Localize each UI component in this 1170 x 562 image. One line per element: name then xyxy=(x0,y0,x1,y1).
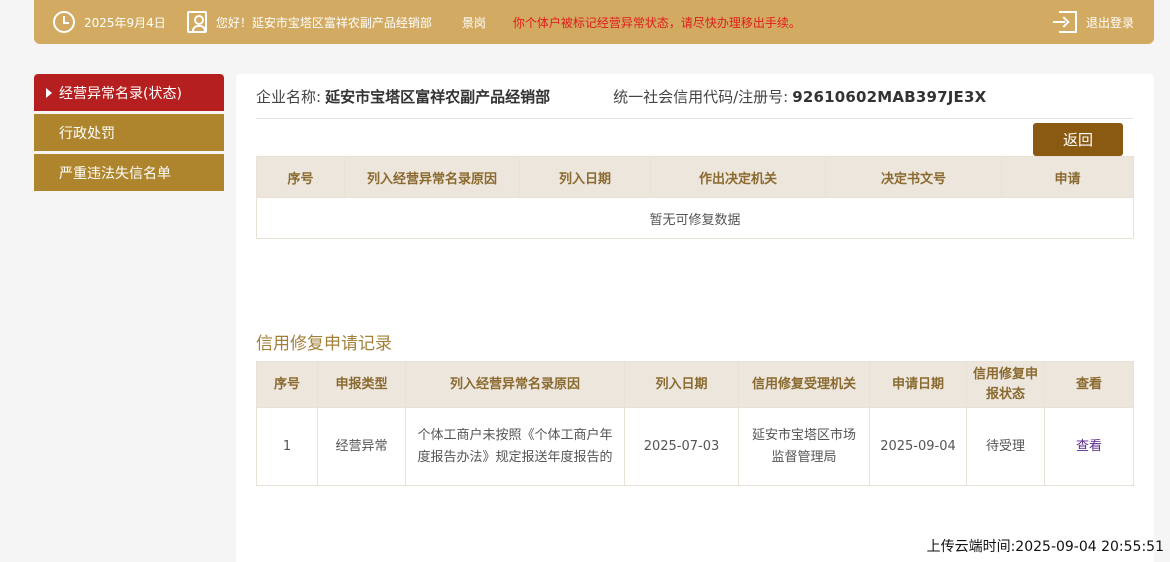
column-header: 申报类型 xyxy=(317,361,406,408)
logout-label: 退出登录 xyxy=(1085,15,1134,30)
credit-code: 92610602MAB397JE3X xyxy=(792,88,987,106)
empty-message: 暂无可修复数据 xyxy=(256,197,1134,239)
column-header: 列入日期 xyxy=(519,156,651,198)
company-name: 延安市宝塔区富祥农副产品经销部 xyxy=(325,88,551,106)
empty-row: 暂无可修复数据 xyxy=(256,197,1134,239)
column-header: 信用修复申报状态 xyxy=(966,361,1045,408)
sidebar-item-admin-penalty[interactable]: 行政处罚 xyxy=(34,114,224,151)
column-header: 列入日期 xyxy=(624,361,739,408)
company-info: 企业名称: 延安市宝塔区富祥农副产品经销部 统一社会信用代码/注册号: 9261… xyxy=(256,86,1133,119)
column-header: 申请日期 xyxy=(869,361,967,408)
clock-icon xyxy=(53,11,75,33)
back-button[interactable]: 返回 xyxy=(1033,123,1123,156)
logout-icon xyxy=(1052,11,1077,33)
cell-reason: 个体工商户未按照《个体工商户年度报告办法》规定报送年度报告的 xyxy=(405,407,625,486)
column-header: 决定书文号 xyxy=(825,156,1002,198)
cell-authority: 延安市宝塔区市场监督管理局 xyxy=(738,407,870,486)
sidebar-item-label: 经营异常名录(状态) xyxy=(59,85,182,102)
user-role: 景岗 xyxy=(461,15,486,30)
column-header: 申请 xyxy=(1001,156,1134,198)
abnormal-list-table: 序号 列入经营异常名录原因 列入日期 作出决定机关 决定书文号 申请 暂无可修复… xyxy=(256,156,1134,239)
main-panel: 企业名称: 延安市宝塔区富祥农副产品经销部 统一社会信用代码/注册号: 9261… xyxy=(236,74,1154,562)
table-header-row: 序号 申报类型 列入经营异常名录原因 列入日期 信用修复受理机关 申请日期 信用… xyxy=(256,361,1134,408)
records-section-title: 信用修复申请记录 xyxy=(256,334,392,354)
top-bar: 2025年9月4日 您好！延安市宝塔区富祥农副产品经销部 景岗 你个体户被标记经… xyxy=(34,0,1154,44)
sidebar: 经营异常名录(状态) 行政处罚 严重违法失信名单 xyxy=(34,74,224,194)
column-header: 信用修复受理机关 xyxy=(738,361,870,408)
user-segment: 您好！延安市宝塔区富祥农副产品经销部 xyxy=(186,11,432,33)
logout-button[interactable]: 退出登录 xyxy=(1052,11,1134,33)
date-segment: 2025年9月4日 xyxy=(53,11,166,33)
upload-timestamp: 上传云端时间:2025-09-04 20:55:51 xyxy=(926,539,1164,555)
cell-view: 查看 xyxy=(1044,407,1134,486)
column-header: 列入经营异常名录原因 xyxy=(344,156,520,198)
cell-index: 1 xyxy=(256,407,318,486)
current-date: 2025年9月4日 xyxy=(84,15,166,30)
cell-listed-date: 2025-07-03 xyxy=(624,407,739,486)
cell-report-type: 经营异常 xyxy=(317,407,406,486)
sidebar-item-label: 行政处罚 xyxy=(59,125,115,142)
column-header: 序号 xyxy=(256,156,345,198)
warning-message: 你个体户被标记经营异常状态，请尽快办理移出手续。 xyxy=(512,15,801,30)
column-header: 查看 xyxy=(1044,361,1134,408)
sidebar-item-serious-violation-list[interactable]: 严重违法失信名单 xyxy=(34,154,224,191)
sidebar-item-abnormal-list[interactable]: 经营异常名录(状态) xyxy=(34,74,224,111)
credit-code-label: 统一社会信用代码/注册号: xyxy=(613,88,789,106)
cell-apply-date: 2025-09-04 xyxy=(869,407,967,486)
table-row: 1 经营异常 个体工商户未按照《个体工商户年度报告办法》规定报送年度报告的 20… xyxy=(256,407,1134,486)
view-link[interactable]: 查看 xyxy=(1076,439,1102,454)
column-header: 序号 xyxy=(256,361,318,408)
user-card-icon xyxy=(186,11,207,33)
column-header: 作出决定机关 xyxy=(650,156,826,198)
column-header: 列入经营异常名录原因 xyxy=(405,361,625,408)
company-name-label: 企业名称: xyxy=(256,88,322,106)
greeting-text: 您好！延安市宝塔区富祥农副产品经销部 xyxy=(215,15,432,30)
credit-repair-records-table: 序号 申报类型 列入经营异常名录原因 列入日期 信用修复受理机关 申请日期 信用… xyxy=(256,361,1134,486)
cell-status: 待受理 xyxy=(966,407,1045,486)
caret-right-icon xyxy=(46,87,52,98)
sidebar-item-label: 严重违法失信名单 xyxy=(59,165,171,182)
table-header-row: 序号 列入经营异常名录原因 列入日期 作出决定机关 决定书文号 申请 xyxy=(256,156,1134,198)
